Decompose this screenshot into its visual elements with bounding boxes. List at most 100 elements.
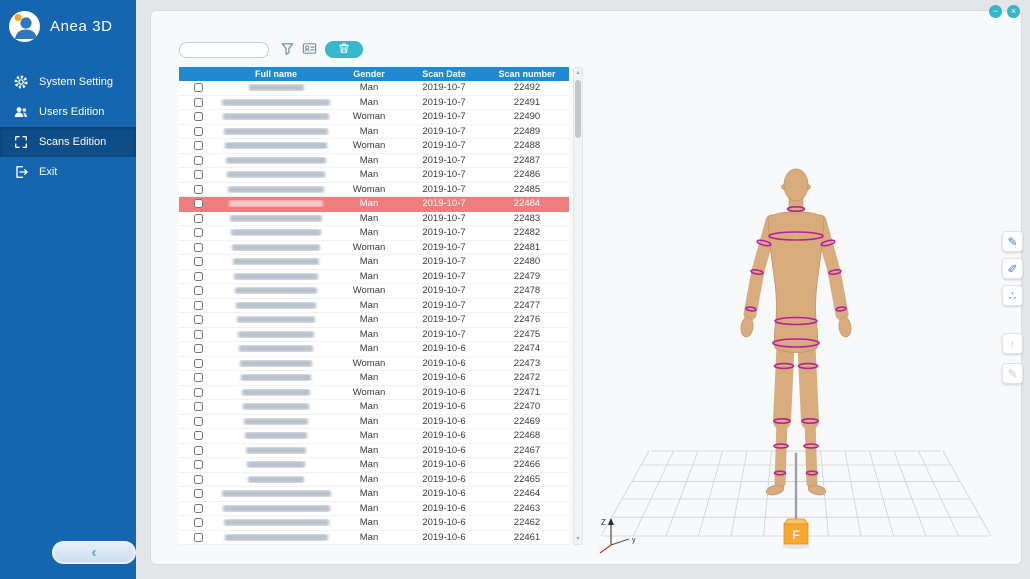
scan-number-cell: 22473 (485, 358, 569, 369)
row-checkbox[interactable] (194, 301, 203, 310)
row-checkbox[interactable] (194, 489, 203, 498)
table-row[interactable]: Woman2019-10-622471 (179, 386, 569, 401)
row-checkbox[interactable] (194, 373, 203, 382)
table-row[interactable]: Man2019-10-622470 (179, 400, 569, 415)
gender-cell: Man (335, 517, 403, 528)
delete-button[interactable] (325, 41, 363, 58)
table-row[interactable]: Man2019-10-722476 (179, 313, 569, 328)
table-row[interactable]: Woman2019-10-622473 (179, 357, 569, 372)
table-row[interactable]: Man2019-10-722482 (179, 226, 569, 241)
row-checkbox[interactable] (194, 98, 203, 107)
sidebar-item-users-edition[interactable]: Users Edition (0, 97, 136, 127)
row-checkbox[interactable] (194, 417, 203, 426)
table-row[interactable]: Man2019-10-622464 (179, 487, 569, 502)
table-row[interactable]: Man2019-10-722480 (179, 255, 569, 270)
table-row[interactable]: Woman2019-10-722481 (179, 241, 569, 256)
scroll-down-arrow-icon[interactable]: ▼ (574, 534, 582, 544)
row-checkbox[interactable] (194, 533, 203, 542)
sidebar-item-exit[interactable]: Exit (0, 157, 136, 187)
table-row[interactable]: Man2019-10-722491 (179, 96, 569, 111)
table-row[interactable]: Man2019-10-622474 (179, 342, 569, 357)
table-row[interactable]: Man2019-10-622461 (179, 531, 569, 546)
row-checkbox[interactable] (194, 504, 203, 513)
tool-picker-button[interactable]: ✐ (1002, 258, 1023, 279)
row-checkbox[interactable] (194, 156, 203, 165)
tool-edit-button[interactable]: ✎ (1002, 363, 1023, 384)
table-row[interactable]: Man2019-10-722483 (179, 212, 569, 227)
table-row[interactable]: Man2019-10-622467 (179, 444, 569, 459)
edit-pen-icon: ✎ (1007, 368, 1017, 380)
sidebar-item-scans-edition[interactable]: Scans Edition (0, 127, 136, 157)
table-row[interactable]: Man2019-10-722484 (179, 197, 569, 212)
row-checkbox[interactable] (194, 475, 203, 484)
row-checkbox[interactable] (194, 286, 203, 295)
row-checkbox[interactable] (194, 243, 203, 252)
user-card-button[interactable] (301, 42, 318, 59)
table-row[interactable]: Man2019-10-722475 (179, 328, 569, 343)
row-checkbox[interactable] (194, 272, 203, 281)
row-checkbox[interactable] (194, 127, 203, 136)
row-checkbox[interactable] (194, 199, 203, 208)
table-row[interactable]: Man2019-10-722486 (179, 168, 569, 183)
scan-date-cell: 2019-10-7 (403, 271, 485, 282)
scan-number-cell: 22463 (485, 503, 569, 514)
sidebar-collapse-button[interactable]: ‹ (52, 541, 136, 564)
scan-number-cell: 22476 (485, 314, 569, 325)
row-checkbox[interactable] (194, 460, 203, 469)
row-checkbox[interactable] (194, 141, 203, 150)
row-checkbox[interactable] (194, 431, 203, 440)
row-checkbox[interactable] (194, 402, 203, 411)
row-checkbox[interactable] (194, 170, 203, 179)
scan-date-cell: 2019-10-6 (403, 517, 485, 528)
table-row[interactable]: Woman2019-10-722485 (179, 183, 569, 198)
table-row[interactable]: Man2019-10-722487 (179, 154, 569, 169)
tool-pen-button[interactable]: ✎ (1002, 231, 1023, 252)
row-checkbox[interactable] (194, 315, 203, 324)
row-checkbox[interactable] (194, 112, 203, 121)
3d-viewport[interactable]: F (591, 121, 1011, 561)
row-checkbox[interactable] (194, 257, 203, 266)
checkbox-cell (179, 228, 217, 237)
minimize-button[interactable]: − (989, 5, 1002, 18)
row-checkbox[interactable] (194, 228, 203, 237)
table-row[interactable]: Man2019-10-622463 (179, 502, 569, 517)
floor-marker[interactable]: F (782, 519, 810, 549)
table-scrollbar[interactable]: ▲ ▼ (573, 67, 583, 545)
row-checkbox[interactable] (194, 518, 203, 527)
row-checkbox[interactable] (194, 214, 203, 223)
table-row[interactable]: Man2019-10-722492 (179, 81, 569, 96)
tool-up-button[interactable]: ↑ (1002, 333, 1023, 354)
chevron-left-icon: ‹ (92, 545, 97, 560)
row-checkbox[interactable] (194, 185, 203, 194)
scroll-up-arrow-icon[interactable]: ▲ (574, 68, 582, 78)
full-name-cell (217, 476, 335, 483)
row-checkbox[interactable] (194, 446, 203, 455)
blurred-full-name (223, 505, 330, 512)
table-row[interactable]: Man2019-10-722477 (179, 299, 569, 314)
table-row[interactable]: Man2019-10-722489 (179, 125, 569, 140)
scrollbar-thumb[interactable] (575, 80, 581, 138)
row-checkbox[interactable] (194, 330, 203, 339)
row-checkbox[interactable] (194, 344, 203, 353)
row-checkbox[interactable] (194, 388, 203, 397)
sidebar-item-system-setting[interactable]: System Setting (0, 67, 136, 97)
checkbox-cell (179, 141, 217, 150)
row-checkbox[interactable] (194, 359, 203, 368)
filter-button[interactable] (279, 42, 296, 59)
table-row[interactable]: Man2019-10-622468 (179, 429, 569, 444)
table-row[interactable]: Man2019-10-622462 (179, 516, 569, 531)
table-row[interactable]: Man2019-10-622465 (179, 473, 569, 488)
blurred-full-name (230, 215, 322, 222)
tool-points-button[interactable]: ∴ (1002, 285, 1023, 306)
table-row[interactable]: Man2019-10-722479 (179, 270, 569, 285)
table-row[interactable]: Woman2019-10-722490 (179, 110, 569, 125)
search-input[interactable] (179, 42, 269, 58)
table-row[interactable]: Woman2019-10-722488 (179, 139, 569, 154)
table-row[interactable]: Woman2019-10-722478 (179, 284, 569, 299)
table-row[interactable]: Man2019-10-622466 (179, 458, 569, 473)
table-row[interactable]: Man2019-10-622472 (179, 371, 569, 386)
row-checkbox[interactable] (194, 83, 203, 92)
table-row[interactable]: Man2019-10-622469 (179, 415, 569, 430)
pen-icon: ✎ (1007, 236, 1017, 248)
close-button[interactable]: × (1007, 5, 1020, 18)
